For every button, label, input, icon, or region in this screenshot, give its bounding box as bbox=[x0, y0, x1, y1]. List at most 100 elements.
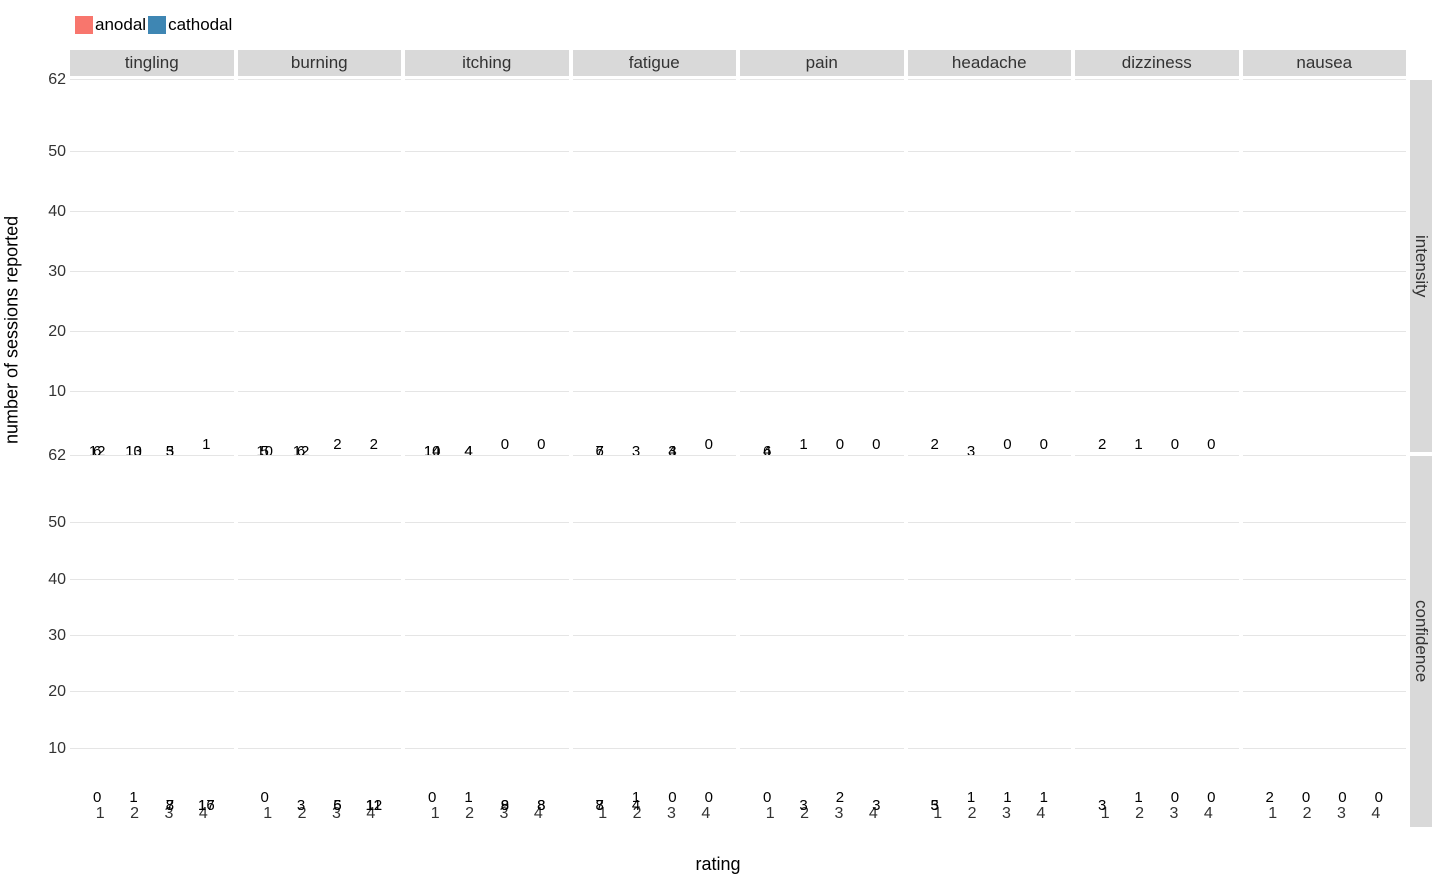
bars-row: 53111 bbox=[921, 456, 1058, 806]
panel-inner: 3100 bbox=[1075, 456, 1239, 806]
x-tick-label: 3 bbox=[822, 805, 856, 823]
panel-inner: 46100 bbox=[740, 80, 904, 452]
x-tick-label: 3 bbox=[487, 805, 521, 823]
bar-value-label: 1 bbox=[799, 437, 807, 452]
col-facet-strip: nausea bbox=[1243, 50, 1407, 76]
y-tick-label: 62 bbox=[40, 71, 66, 89]
x-tick-label: 4 bbox=[1024, 805, 1058, 823]
bars-row: 10144400 bbox=[418, 80, 555, 452]
bar-value-label: 1 bbox=[1134, 437, 1142, 452]
bar-value-label: 0 bbox=[705, 437, 713, 452]
facet-panel: 035611121234 bbox=[238, 456, 402, 828]
bar-value-label: 1 bbox=[202, 437, 210, 452]
panel-inner: 673340 bbox=[573, 80, 737, 452]
row-facet-strip: intensity bbox=[1410, 80, 1432, 452]
col-facet-strip: headache bbox=[908, 50, 1072, 76]
facet-panel: 03231234 bbox=[740, 456, 904, 828]
x-tick-label: 3 bbox=[152, 805, 186, 823]
facet-panel bbox=[1243, 80, 1407, 452]
bar-value-label: 2 bbox=[1098, 437, 1106, 452]
bar-value-label: 0 bbox=[260, 790, 268, 805]
y-tick-label: 40 bbox=[40, 203, 66, 221]
x-ticks: 1234 bbox=[1243, 805, 1407, 827]
x-tick-label: 1 bbox=[753, 805, 787, 823]
facet-panel: 31001234 bbox=[1075, 456, 1239, 828]
panel-inner: 53111 bbox=[908, 456, 1072, 806]
panel-inner: 03561112 bbox=[238, 456, 402, 806]
y-tick-label: 10 bbox=[40, 383, 66, 401]
bars-row: 2100 bbox=[1088, 80, 1225, 452]
x-ticks: 1234 bbox=[1075, 805, 1239, 827]
panel-inner: 018988 bbox=[405, 456, 569, 806]
panel-inner: 10144400 bbox=[405, 80, 569, 452]
y-tick-label: 10 bbox=[40, 740, 66, 758]
col-facet-strip: dizziness bbox=[1075, 50, 1239, 76]
x-ticks: 1234 bbox=[238, 805, 402, 827]
bars-row: 03561112 bbox=[251, 456, 388, 806]
x-ticks: 1234 bbox=[573, 805, 737, 827]
x-tick-label: 3 bbox=[1324, 805, 1358, 823]
x-tick-label: 2 bbox=[452, 805, 486, 823]
legend-label: anodal bbox=[95, 15, 146, 35]
x-ticks: 1234 bbox=[70, 805, 234, 827]
x-tick-label: 4 bbox=[521, 805, 555, 823]
panel-inner: 1261013351 bbox=[70, 80, 234, 452]
plot-grid: intensity confidence tinglingburningitch… bbox=[70, 50, 1406, 827]
bar-value-label: 0 bbox=[1338, 790, 1346, 805]
bar-value-label: 0 bbox=[1302, 790, 1310, 805]
facet-panel: 10561222 bbox=[238, 80, 402, 452]
col-facet-strip: itching bbox=[405, 50, 569, 76]
bars-row: 2300 bbox=[921, 80, 1058, 452]
x-tick-label: 4 bbox=[354, 805, 388, 823]
bar-value-label: 0 bbox=[763, 790, 771, 805]
y-tick-label: 50 bbox=[40, 143, 66, 161]
y-tick-label: 20 bbox=[40, 683, 66, 701]
bars-row: 46100 bbox=[753, 80, 890, 452]
x-tick-label: 3 bbox=[989, 805, 1023, 823]
x-tick-label: 1 bbox=[83, 805, 117, 823]
y-tick-label: 30 bbox=[40, 627, 66, 645]
panel-inner: 0323 bbox=[740, 456, 904, 806]
bars-row: 781400 bbox=[586, 456, 723, 806]
bar-value-label: 0 bbox=[93, 790, 101, 805]
bar-value-label: 0 bbox=[1207, 790, 1215, 805]
facet-panel: 20001234 bbox=[1243, 456, 1407, 828]
bar-value-label: 0 bbox=[428, 790, 436, 805]
panel-inner: 2000 bbox=[1243, 456, 1407, 806]
y-tick-label: 30 bbox=[40, 263, 66, 281]
x-tick-label: 4 bbox=[186, 805, 220, 823]
x-ticks: 1234 bbox=[908, 805, 1072, 827]
panel-inner: 2300 bbox=[908, 80, 1072, 452]
facet-panel: 46100 bbox=[740, 80, 904, 452]
facet-panel: 7814001234 bbox=[573, 456, 737, 828]
x-tick-label: 2 bbox=[285, 805, 319, 823]
bar-value-label: 2 bbox=[836, 790, 844, 805]
x-tick-label: 2 bbox=[955, 805, 989, 823]
bar-value-label: 0 bbox=[1171, 437, 1179, 452]
x-tick-label: 3 bbox=[1157, 805, 1191, 823]
x-tick-label: 1 bbox=[586, 805, 620, 823]
bars-row: 0323 bbox=[753, 456, 890, 806]
col-facet-strip: burning bbox=[238, 50, 402, 76]
bar-value-label: 1 bbox=[464, 790, 472, 805]
x-ticks: 1234 bbox=[740, 805, 904, 827]
x-tick-label: 4 bbox=[1359, 805, 1393, 823]
x-tick-label: 4 bbox=[856, 805, 890, 823]
bar-value-label: 2 bbox=[1265, 790, 1273, 805]
x-tick-label: 3 bbox=[654, 805, 688, 823]
panel-inner: 2100 bbox=[1075, 80, 1239, 452]
bar-value-label: 2 bbox=[930, 437, 938, 452]
bar-value-label: 0 bbox=[1040, 437, 1048, 452]
bars-row: 018988 bbox=[418, 456, 555, 806]
bars-row: 01871617 bbox=[83, 456, 220, 806]
col-facet-strip: fatigue bbox=[573, 50, 737, 76]
x-tick-label: 4 bbox=[689, 805, 723, 823]
bar-value-label: 1 bbox=[1134, 790, 1142, 805]
bar-value-label: 1 bbox=[632, 790, 640, 805]
bar-value-label: 0 bbox=[1003, 437, 1011, 452]
bar-value-label: 0 bbox=[1375, 790, 1383, 805]
bar-value-label: 2 bbox=[370, 437, 378, 452]
col-facet-strip: tingling bbox=[70, 50, 234, 76]
facet-panel: 0189881234 bbox=[405, 456, 569, 828]
x-tick-label: 3 bbox=[319, 805, 353, 823]
